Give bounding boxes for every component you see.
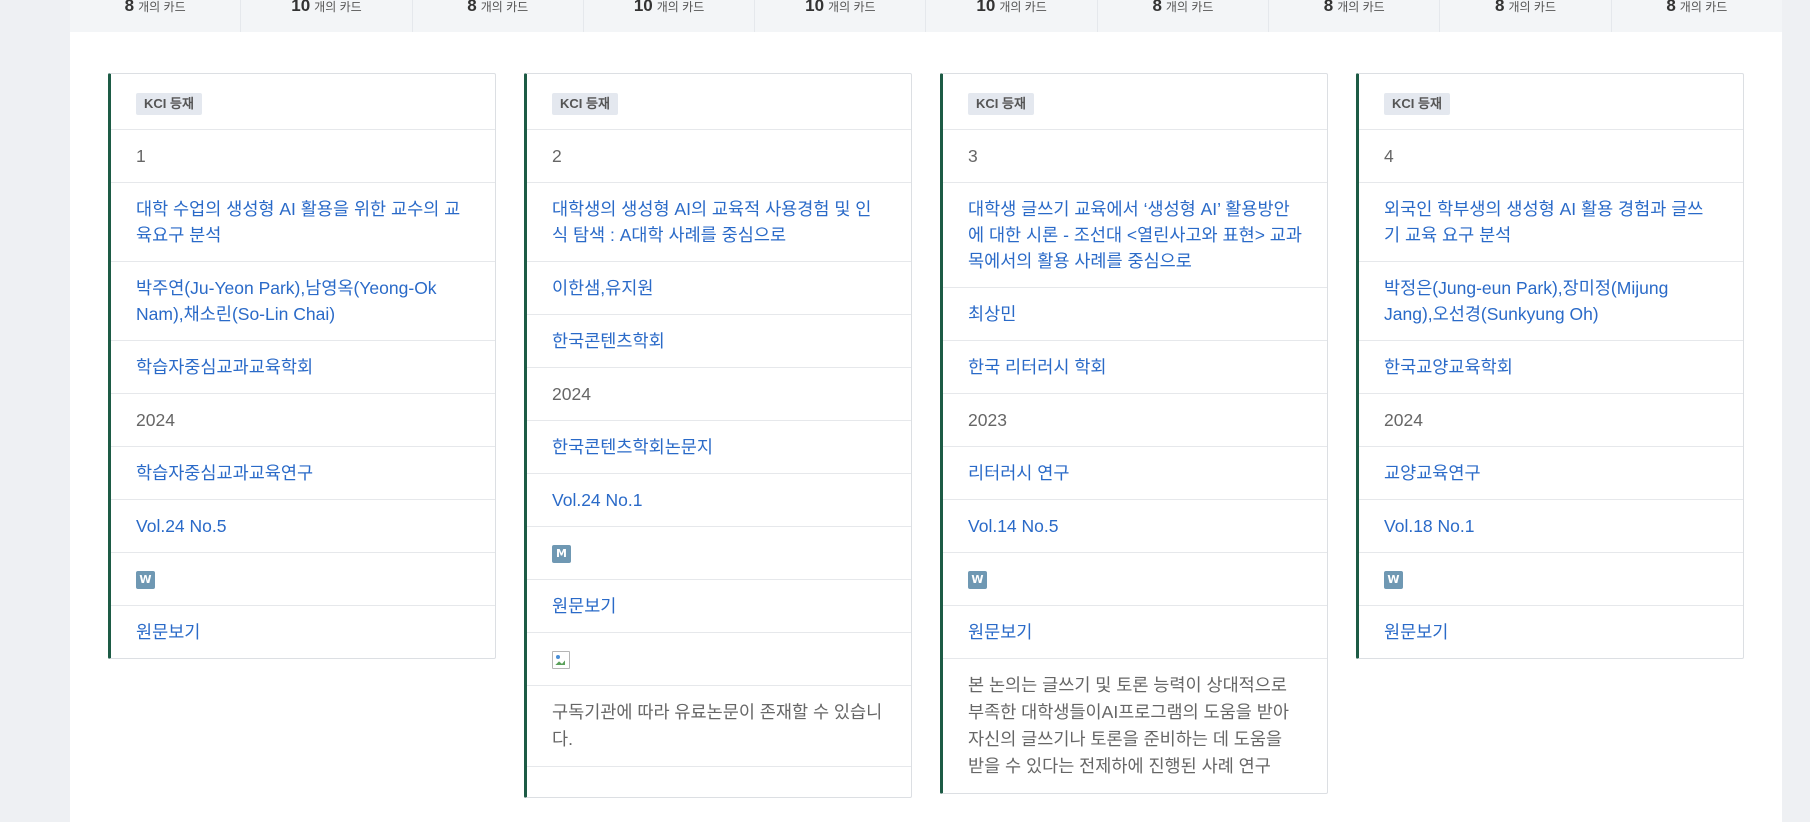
paper-card: KCI 등재 4 외국인 학부생의 생성형 AI 활용 경험과 글쓰기 교육 요… — [1356, 73, 1744, 659]
count-number: 10 — [976, 0, 996, 15]
count-unit: 개의 카드 — [656, 0, 705, 14]
count-number: 10 — [633, 0, 653, 15]
count-number: 8 — [124, 0, 135, 15]
card-badge-row: KCI 등재 — [111, 74, 495, 130]
paper-authors-link[interactable]: 박정은(Jung-eun Park),장미정(Mijung Jang),오선경(… — [1359, 262, 1743, 341]
publisher-link[interactable]: 한국교양교육학회 — [1359, 341, 1743, 394]
count-number: 8 — [467, 0, 477, 15]
kci-badge: KCI 등재 — [552, 93, 618, 115]
card-index: 1 — [111, 130, 495, 183]
count-unit: 개의 카드 — [138, 0, 186, 14]
kci-badge: KCI 등재 — [1384, 93, 1450, 115]
broken-image-icon[interactable] — [552, 651, 570, 670]
count-cell[interactable]: 10 개의 카드 — [755, 0, 927, 32]
journal-link[interactable]: 학습자중심교과교육연구 — [111, 447, 495, 500]
provider-icon-row: W — [1359, 553, 1743, 606]
provider-icon-row: W — [943, 553, 1327, 606]
count-unit: 개의 카드 — [1165, 0, 1214, 14]
count-cell[interactable]: 10 개의 카드 — [241, 0, 413, 32]
publisher-link[interactable]: 학습자중심교과교육학회 — [111, 341, 495, 394]
view-original-link[interactable]: 원문보기 — [943, 606, 1327, 659]
view-original-link[interactable]: 원문보기 — [111, 606, 495, 658]
journal-link[interactable]: 교양교육연구 — [1359, 447, 1743, 500]
volume-link[interactable]: Vol.18 No.1 — [1359, 500, 1743, 553]
paper-title-link[interactable]: 외국인 학부생의 생성형 AI 활용 경험과 글쓰기 교육 요구 분석 — [1359, 183, 1743, 262]
count-unit: 개의 카드 — [1508, 0, 1557, 14]
paper-title-link[interactable]: 대학생의 생성형 AI의 교육적 사용경험 및 인식 탐색 : A대학 사례를 … — [527, 183, 911, 262]
card-index: 3 — [943, 130, 1327, 183]
count-unit: 개의 카드 — [314, 0, 362, 14]
volume-link[interactable]: Vol.24 No.1 — [527, 474, 911, 527]
publish-year: 2024 — [111, 394, 495, 447]
paper-card: KCI 등재 2 대학생의 생성형 AI의 교육적 사용경험 및 인식 탐색 :… — [524, 73, 912, 798]
count-unit: 개의 카드 — [1679, 0, 1728, 14]
provider-m-icon[interactable]: M — [552, 545, 571, 564]
paper-card: KCI 등재 1 대학 수업의 생성형 AI 활용을 위한 교수의 교육요구 분… — [108, 73, 496, 659]
count-number: 8 — [1666, 0, 1676, 15]
card-badge-row: KCI 등재 — [943, 74, 1327, 130]
count-cell[interactable]: 8 개의 카드 — [413, 0, 584, 32]
count-number: 8 — [1323, 0, 1334, 15]
provider-w-icon[interactable]: W — [1384, 571, 1403, 590]
count-number: 8 — [1495, 0, 1505, 15]
count-number: 10 — [291, 0, 311, 15]
volume-link[interactable]: Vol.24 No.5 — [111, 500, 495, 553]
publisher-link[interactable]: 한국 리터러시 학회 — [943, 341, 1327, 394]
view-original-link[interactable]: 원문보기 — [1359, 606, 1743, 658]
card-index: 2 — [527, 130, 911, 183]
count-cell[interactable]: 8 개의 카드 — [1098, 0, 1270, 32]
publish-year: 2024 — [527, 368, 911, 421]
paper-authors-link[interactable]: 이한샘,유지원 — [527, 262, 911, 315]
content-panel: 8 개의 카드 10 개의 카드 8 개의 카드 10 개의 카드 10 개의 카드 10… — [70, 0, 1782, 822]
volume-link[interactable]: Vol.14 No.5 — [943, 500, 1327, 553]
provider-icon-row: W — [111, 553, 495, 606]
abstract-text: 본 논의는 글쓰기 및 토론 능력이 상대적으로 부족한 대학생들이AI프로그램… — [968, 675, 1289, 776]
paper-authors-link[interactable]: 박주연(Ju-Yeon Park),남영옥(Yeong-Ok Nam),채소린(… — [111, 262, 495, 341]
count-cell[interactable]: 10 개의 카드 — [926, 0, 1098, 32]
kci-badge: KCI 등재 — [968, 93, 1034, 115]
count-cell[interactable]: 10 개의 카드 — [584, 0, 756, 32]
count-number: 10 — [805, 0, 825, 15]
count-unit: 개의 카드 — [1337, 0, 1385, 14]
publisher-link[interactable]: 한국콘텐츠학회 — [527, 315, 911, 368]
journal-link[interactable]: 한국콘텐츠학회논문지 — [527, 421, 911, 474]
count-unit: 개의 카드 — [828, 0, 876, 14]
count-cell[interactable]: 8 개의 카드 — [1612, 0, 1782, 32]
paper-title-link[interactable]: 대학생 글쓰기 교육에서 ‘생성형 AI’ 활용방안에 대한 시론 - 조선대 … — [943, 183, 1327, 288]
count-cell[interactable]: 8 개의 카드 — [1440, 0, 1612, 32]
card-index: 4 — [1359, 130, 1743, 183]
card-badge-row: KCI 등재 — [527, 74, 911, 130]
paper-authors-link[interactable]: 최상민 — [943, 288, 1327, 341]
journal-link[interactable]: 리터러시 연구 — [943, 447, 1327, 500]
count-cell[interactable]: 8 개의 카드 — [1269, 0, 1441, 32]
card-count-strip: 8 개의 카드 10 개의 카드 8 개의 카드 10 개의 카드 10 개의 카드 10… — [70, 0, 1782, 32]
provider-icon-row: M — [527, 527, 911, 580]
card-badge-row: KCI 등재 — [1359, 74, 1743, 130]
count-unit: 개의 카드 — [999, 0, 1047, 14]
view-original-link[interactable]: 원문보기 — [527, 580, 911, 633]
count-cell[interactable]: 8 개의 카드 — [70, 0, 242, 32]
image-row — [527, 633, 911, 686]
paper-title-link[interactable]: 대학 수업의 생성형 AI 활용을 위한 교수의 교육요구 분석 — [111, 183, 495, 262]
subscription-note: 구독기관에 따라 유료논문이 존재할 수 있습니다. — [527, 686, 911, 767]
provider-w-icon[interactable]: W — [136, 571, 155, 590]
publish-year: 2024 — [1359, 394, 1743, 447]
paper-card: KCI 등재 3 대학생 글쓰기 교육에서 ‘생성형 AI’ 활용방안에 대한 … — [940, 73, 1328, 794]
count-unit: 개의 카드 — [480, 0, 529, 14]
provider-w-icon[interactable]: W — [968, 571, 987, 590]
count-number: 8 — [1152, 0, 1162, 15]
card-row-empty — [527, 767, 911, 797]
kci-badge: KCI 등재 — [136, 93, 202, 115]
publish-year: 2023 — [943, 394, 1327, 447]
